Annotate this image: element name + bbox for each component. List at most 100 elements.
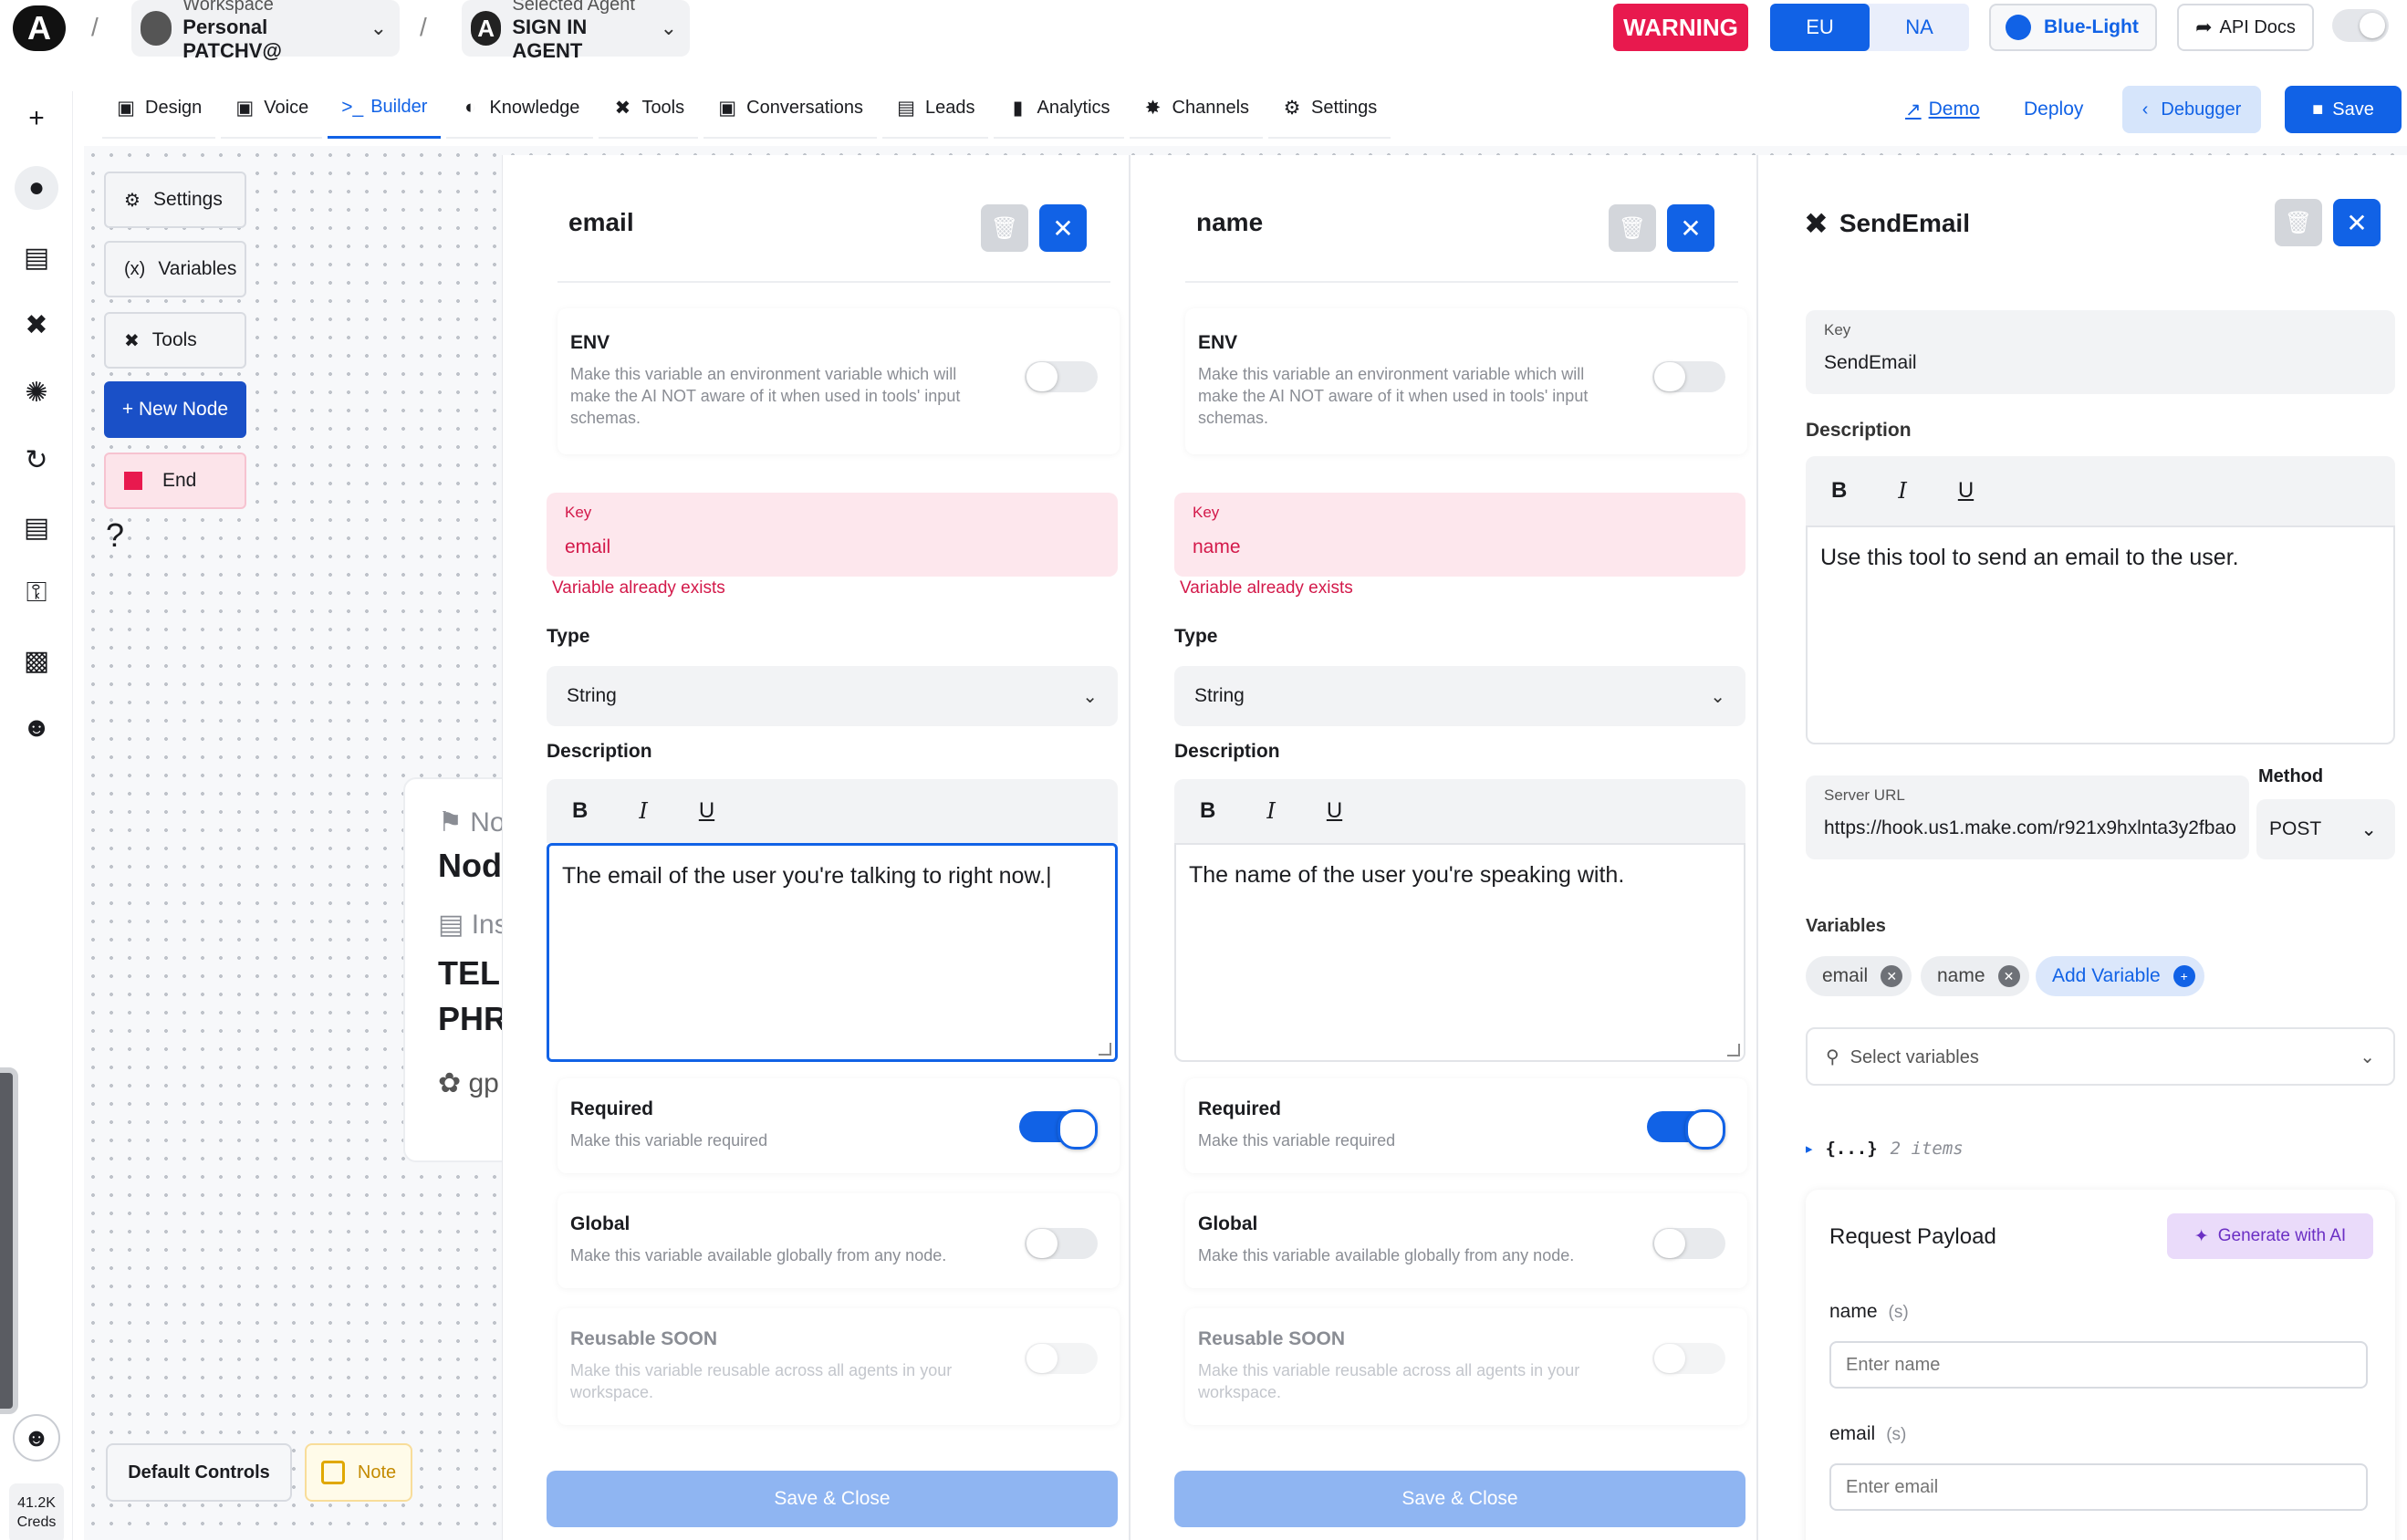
refresh-icon[interactable]: ↻	[15, 438, 58, 482]
tab-channels[interactable]: ✸ Channels	[1129, 78, 1264, 139]
voice-icon: ▣	[235, 97, 255, 119]
variable-icon: (x)	[124, 258, 146, 279]
default-controls-button[interactable]: Default Controls	[106, 1443, 292, 1502]
panel-scroll-handle[interactable]	[0, 1067, 18, 1414]
save-button[interactable]: ■ Save	[2285, 86, 2402, 133]
trash-icon[interactable]: 🗑	[2275, 199, 2322, 246]
dark-mode-toggle[interactable]	[2332, 9, 2389, 42]
region-eu-button[interactable]: EU	[1770, 4, 1870, 51]
underline-icon[interactable]: U	[699, 798, 714, 824]
generate-with-ai-button[interactable]: ✦ Generate with AI	[2167, 1213, 2373, 1259]
region-na-button[interactable]: NA	[1870, 4, 1969, 51]
variables-select[interactable]: ⚲ Select variables ⌄	[1806, 1027, 2395, 1086]
help-icon[interactable]: ?	[106, 516, 124, 555]
italic-icon[interactable]: I	[1266, 798, 1275, 824]
bold-icon[interactable]: B	[1831, 478, 1847, 504]
resize-handle-icon[interactable]	[1099, 1043, 1111, 1056]
theme-button[interactable]: Blue-Light	[1989, 4, 2157, 51]
description-editor[interactable]: The name of the user you're speaking wit…	[1174, 843, 1745, 1062]
global-toggle[interactable]	[1025, 1228, 1098, 1259]
payload-name-input[interactable]	[1829, 1341, 2368, 1389]
tab-knowledge[interactable]: ◐ Knowledge	[446, 78, 594, 139]
save-close-button[interactable]: Save & Close	[1174, 1471, 1745, 1527]
tab-leads[interactable]: ▤ Leads	[881, 78, 989, 139]
canvas-button-label: End	[162, 470, 197, 491]
tab-settings[interactable]: ⚙ Settings	[1268, 78, 1391, 139]
tool-key-field[interactable]: Key SendEmail	[1806, 310, 2395, 394]
building-icon[interactable]: ▩	[15, 639, 58, 682]
canvas-tools-button[interactable]: ✖ Tools	[104, 312, 246, 369]
plus-icon[interactable]: +	[15, 97, 58, 140]
bug-icon[interactable]: ✺	[15, 370, 58, 414]
key-field[interactable]: Key name	[1174, 493, 1745, 577]
type-label: Type	[1174, 626, 1218, 647]
warning-badge[interactable]: WARNING	[1613, 4, 1748, 51]
underline-icon[interactable]: U	[1327, 798, 1342, 824]
tab-tools[interactable]: ✖ Tools	[599, 78, 699, 139]
agent-face-icon[interactable]: ●	[15, 166, 58, 210]
close-icon[interactable]: ✕	[2333, 199, 2381, 246]
required-toggle[interactable]	[1647, 1109, 1725, 1150]
key-value[interactable]: email	[565, 536, 610, 558]
save-close-button[interactable]: Save & Close	[547, 1471, 1118, 1527]
required-toggle[interactable]	[1019, 1109, 1098, 1150]
new-node-button[interactable]: + New Node	[104, 381, 246, 438]
workspace-selector[interactable]: Workspace Personal PATCHV@ ⌄	[131, 0, 400, 62]
remove-icon[interactable]: ✕	[1881, 965, 1903, 987]
remove-icon[interactable]: ✕	[1997, 965, 2020, 987]
credits-counter[interactable]: 41.2K Creds	[9, 1483, 64, 1540]
resize-handle-icon[interactable]	[1727, 1044, 1740, 1056]
canvas-settings-button[interactable]: ⚙ Settings	[104, 172, 246, 228]
description-editor[interactable]: The email of the user you're talking to …	[547, 843, 1118, 1062]
app-logo[interactable]: A	[13, 5, 66, 51]
store-icon[interactable]: ▤	[15, 235, 58, 279]
canvas-variables-button[interactable]: (x) Variables	[104, 241, 246, 297]
key-field[interactable]: Key email	[547, 493, 1118, 577]
env-toggle[interactable]	[1652, 361, 1725, 392]
json-preview[interactable]: ▸ {...} 2 items	[1804, 1139, 1964, 1159]
api-docs-button[interactable]: ➦ API Docs	[2177, 4, 2314, 51]
tools-icon[interactable]: ✖	[15, 303, 58, 347]
deploy-link[interactable]: Deploy	[2024, 86, 2083, 133]
tab-builder[interactable]: >_ Builder	[328, 78, 442, 139]
trash-icon[interactable]: 🗑	[981, 204, 1028, 252]
bold-icon[interactable]: B	[572, 798, 588, 824]
tab-voice[interactable]: ▣ Voice	[221, 78, 323, 139]
type-select[interactable]: String ⌄	[1174, 666, 1745, 726]
agent-selector[interactable]: A Selected Agent SIGN IN AGENT ⌄	[462, 0, 690, 62]
add-note-button[interactable]: Note	[305, 1443, 412, 1502]
key-value[interactable]: name	[1193, 536, 1241, 558]
payload-email-input[interactable]	[1829, 1463, 2368, 1511]
type-select[interactable]: String ⌄	[547, 666, 1118, 726]
close-icon[interactable]: ✕	[1039, 204, 1087, 252]
payload-field-label: email (s)	[1829, 1423, 1906, 1445]
tab-analytics[interactable]: ▮ Analytics	[994, 78, 1124, 139]
italic-icon[interactable]: I	[639, 798, 647, 824]
underline-icon[interactable]: U	[1958, 478, 1974, 504]
env-toggle[interactable]	[1025, 361, 1098, 392]
server-url-label: Server URL	[1824, 786, 1905, 804]
tab-label: Channels	[1172, 97, 1250, 118]
trash-icon[interactable]: 🗑	[1609, 204, 1656, 252]
users-icon[interactable]: ☻	[15, 706, 58, 750]
method-select[interactable]: POST ⌄	[2256, 799, 2395, 859]
tab-design[interactable]: ▣ Design	[102, 78, 216, 139]
key-value[interactable]: SendEmail	[1824, 352, 1917, 374]
italic-icon[interactable]: I	[1898, 478, 1906, 504]
user-avatar-icon[interactable]: ☻	[13, 1414, 60, 1462]
required-option: Required Make this variable required	[1185, 1078, 1747, 1173]
option-title: ENV	[1198, 332, 1238, 353]
debugger-button[interactable]: ‹ Debugger	[2122, 86, 2261, 133]
bold-icon[interactable]: B	[1200, 798, 1215, 824]
global-toggle[interactable]	[1652, 1228, 1725, 1259]
server-url-value[interactable]: https://hook.us1.make.com/r921x9hxlnta3y…	[1824, 817, 2236, 839]
add-variable-button[interactable]: Add Variable +	[2036, 956, 2204, 996]
tab-conversations[interactable]: ▣ Conversations	[703, 78, 877, 139]
close-icon[interactable]: ✕	[1667, 204, 1714, 252]
demo-link[interactable]: ↗ Demo	[1905, 86, 1980, 133]
end-node-button[interactable]: End	[104, 453, 246, 509]
server-url-field[interactable]: Server URL https://hook.us1.make.com/r92…	[1806, 775, 2249, 859]
server-icon[interactable]: ▤	[15, 505, 58, 549]
tool-description-editor[interactable]: Use this tool to send an email to the us…	[1806, 525, 2395, 744]
key-icon[interactable]: ⚿	[15, 571, 58, 615]
